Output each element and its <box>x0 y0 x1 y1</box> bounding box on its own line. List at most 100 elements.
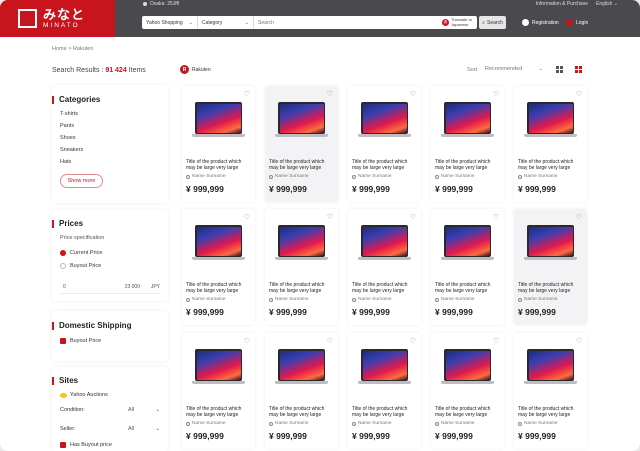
product-title[interactable]: Title of the product which may be large … <box>435 406 501 418</box>
heart-icon[interactable]: ♡ <box>327 213 333 221</box>
product-title[interactable]: Title of the product which may be large … <box>269 159 335 171</box>
heart-icon[interactable]: ♡ <box>493 90 499 98</box>
product-card[interactable]: ♡ Title of the product which may be large… <box>265 333 338 449</box>
product-card[interactable]: ♡ Title of the product which may be large… <box>431 86 504 202</box>
product-image[interactable] <box>275 225 328 261</box>
heart-icon[interactable]: ♡ <box>410 213 416 221</box>
product-title[interactable]: Title of the product which may be large … <box>186 282 252 294</box>
product-image[interactable] <box>358 349 411 385</box>
heart-icon[interactable]: ♡ <box>244 213 250 221</box>
heart-icon[interactable]: ♡ <box>576 90 582 98</box>
product-title[interactable]: Title of the product which may be large … <box>518 159 584 171</box>
product-title[interactable]: Title of the product which may be large … <box>352 282 418 294</box>
shipping-checkbox[interactable]: Buyout Price <box>60 338 101 344</box>
product-card[interactable]: ♡ Title of the product which may be large… <box>514 209 587 325</box>
tile-view-icon[interactable] <box>575 66 582 73</box>
laptop-display <box>528 350 573 380</box>
product-image[interactable] <box>358 102 411 138</box>
product-image[interactable] <box>192 349 245 385</box>
grid-view-icon[interactable] <box>556 66 563 73</box>
product-price: ¥ 999,999 <box>352 184 390 194</box>
product-image[interactable] <box>524 102 577 138</box>
show-more-button[interactable]: Show more <box>60 174 103 188</box>
price-range-input[interactable]: 0 23 000 JPY <box>60 281 160 294</box>
product-title[interactable]: Title of the product which may be large … <box>518 282 584 294</box>
logo[interactable]: みなと MINATO <box>0 0 115 37</box>
price-from[interactable]: 0 <box>60 284 90 290</box>
rakuten-logo-icon: R <box>180 65 189 74</box>
category-item[interactable]: Pants <box>60 123 74 129</box>
info-purchase-link[interactable]: Information & Purchase <box>536 1 588 7</box>
product-image[interactable] <box>524 225 577 261</box>
product-card[interactable]: ♡ Title of the product which may be large… <box>348 86 421 202</box>
product-card[interactable]: ♡ Title of the product which may be large… <box>431 333 504 449</box>
product-title[interactable]: Title of the product which may be large … <box>435 159 501 171</box>
product-title[interactable]: Title of the product which may be large … <box>186 159 252 171</box>
heart-icon[interactable]: ♡ <box>410 337 416 345</box>
seller-icon <box>518 297 522 302</box>
product-image[interactable] <box>441 225 494 261</box>
product-image[interactable] <box>358 225 411 261</box>
search-input[interactable] <box>254 17 442 28</box>
product-image[interactable] <box>441 102 494 138</box>
laptop-display <box>445 103 490 133</box>
heart-icon[interactable]: ♡ <box>410 90 416 98</box>
heart-icon[interactable]: ♡ <box>244 337 250 345</box>
registration-link[interactable]: Registration <box>522 19 559 26</box>
product-title[interactable]: Title of the product which may be large … <box>269 282 335 294</box>
category-item[interactable]: T-shirts <box>60 111 78 117</box>
product-card[interactable]: ♡ Title of the product which may be large… <box>514 86 587 202</box>
product-image[interactable] <box>524 349 577 385</box>
category-item[interactable]: Sneakers <box>60 147 83 153</box>
login-link[interactable]: Login <box>566 19 588 26</box>
search-button[interactable]: ⌕ Search <box>479 16 506 29</box>
heart-icon[interactable]: ♡ <box>493 337 499 345</box>
heart-icon[interactable]: ♡ <box>244 90 250 98</box>
condition-filter[interactable]: Condition: All ⌄ <box>60 407 160 413</box>
seller-filter[interactable]: Seller: All ⌄ <box>60 426 160 432</box>
product-title[interactable]: Title of the product which may be large … <box>352 159 418 171</box>
heart-icon[interactable]: ♡ <box>576 213 582 221</box>
product-image[interactable] <box>441 349 494 385</box>
product-image[interactable] <box>275 102 328 138</box>
product-image[interactable] <box>275 349 328 385</box>
category-item[interactable]: Shoes <box>60 135 76 141</box>
store-filter-chip[interactable]: R Rakuten <box>180 65 211 74</box>
current-price-radio[interactable]: Current Price <box>60 250 102 256</box>
heart-icon[interactable]: ♡ <box>493 213 499 221</box>
product-card[interactable]: ♡ Title of the product which may be large… <box>348 209 421 325</box>
heart-icon[interactable]: ♡ <box>576 337 582 345</box>
heart-icon[interactable]: ♡ <box>327 337 333 345</box>
product-card[interactable]: ♡ Title of the product which may be large… <box>182 209 255 325</box>
product-title[interactable]: Title of the product which may be large … <box>435 282 501 294</box>
site-select[interactable]: Yahoo Shopping ⌄ <box>142 16 198 29</box>
product-card[interactable]: ♡ Title of the product which may be large… <box>431 209 504 325</box>
location-indicator[interactable]: Osaka: 25Jffl <box>143 1 179 7</box>
category-select[interactable]: Category ⌄ <box>198 16 254 29</box>
product-title[interactable]: Title of the product which may be large … <box>269 406 335 418</box>
heart-icon[interactable]: ♡ <box>327 90 333 98</box>
translate-toggle[interactable]: あ Translate to Japanese <box>442 17 477 27</box>
product-card[interactable]: ♡ Title of the product which may be large… <box>182 333 255 449</box>
product-card[interactable]: ♡ Title of the product which may be large… <box>265 86 338 202</box>
site-option-yahoo[interactable]: Yahoo Auctions <box>60 392 108 398</box>
breadcrumb[interactable]: Home > Rakuten <box>52 46 93 52</box>
laptop-display <box>362 350 407 380</box>
product-card[interactable]: ♡ Title of the product which may be large… <box>514 333 587 449</box>
product-card[interactable]: ♡ Title of the product which may be large… <box>182 86 255 202</box>
seller-name: Name Surname <box>192 421 226 426</box>
product-card[interactable]: ♡ Title of the product which may be large… <box>265 209 338 325</box>
language-selector[interactable]: English ⌄ <box>596 1 618 7</box>
product-seller: Name Surname <box>518 174 558 179</box>
buyout-price-radio[interactable]: Buyout Price <box>60 263 101 269</box>
product-image[interactable] <box>192 225 245 261</box>
product-title[interactable]: Title of the product which may be large … <box>352 406 418 418</box>
sort-select[interactable]: Recommended ⌄ <box>485 66 543 72</box>
product-title[interactable]: Title of the product which may be large … <box>518 406 584 418</box>
product-image[interactable] <box>192 102 245 138</box>
category-item[interactable]: Hats <box>60 159 71 165</box>
price-to[interactable]: 23 000 <box>90 284 140 290</box>
product-title[interactable]: Title of the product which may be large … <box>186 406 252 418</box>
buyout-checkbox[interactable]: Has Buyout price <box>60 442 112 448</box>
product-card[interactable]: ♡ Title of the product which may be large… <box>348 333 421 449</box>
